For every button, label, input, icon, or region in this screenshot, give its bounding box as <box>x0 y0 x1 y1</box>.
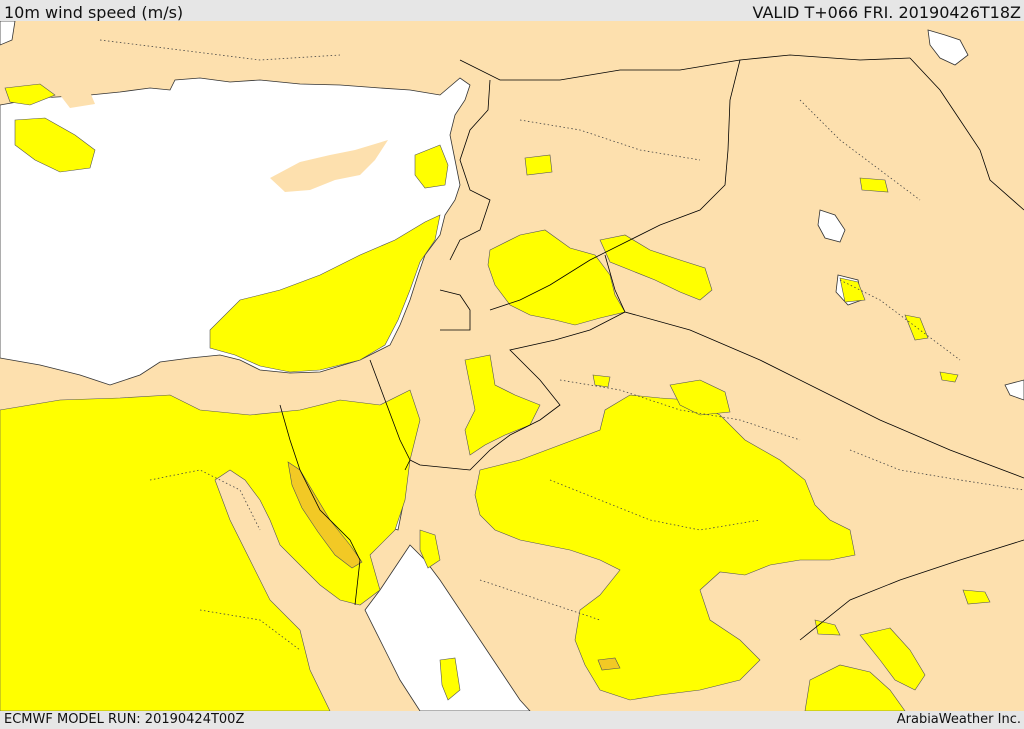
map-figure: 10m wind speed (m/s) VALID T+066 FRI. 20… <box>0 0 1024 729</box>
model-run: ECMWF MODEL RUN: 20190424T00Z <box>4 712 245 727</box>
header-bar: 10m wind speed (m/s) VALID T+066 FRI. 20… <box>0 0 1024 22</box>
map-canvas <box>0 21 1024 711</box>
footer-bar: ECMWF MODEL RUN: 20190424T00Z ArabiaWeat… <box>0 711 1024 729</box>
credit: ArabiaWeather Inc. <box>896 712 1021 727</box>
wind-speed-map <box>0 21 1024 711</box>
